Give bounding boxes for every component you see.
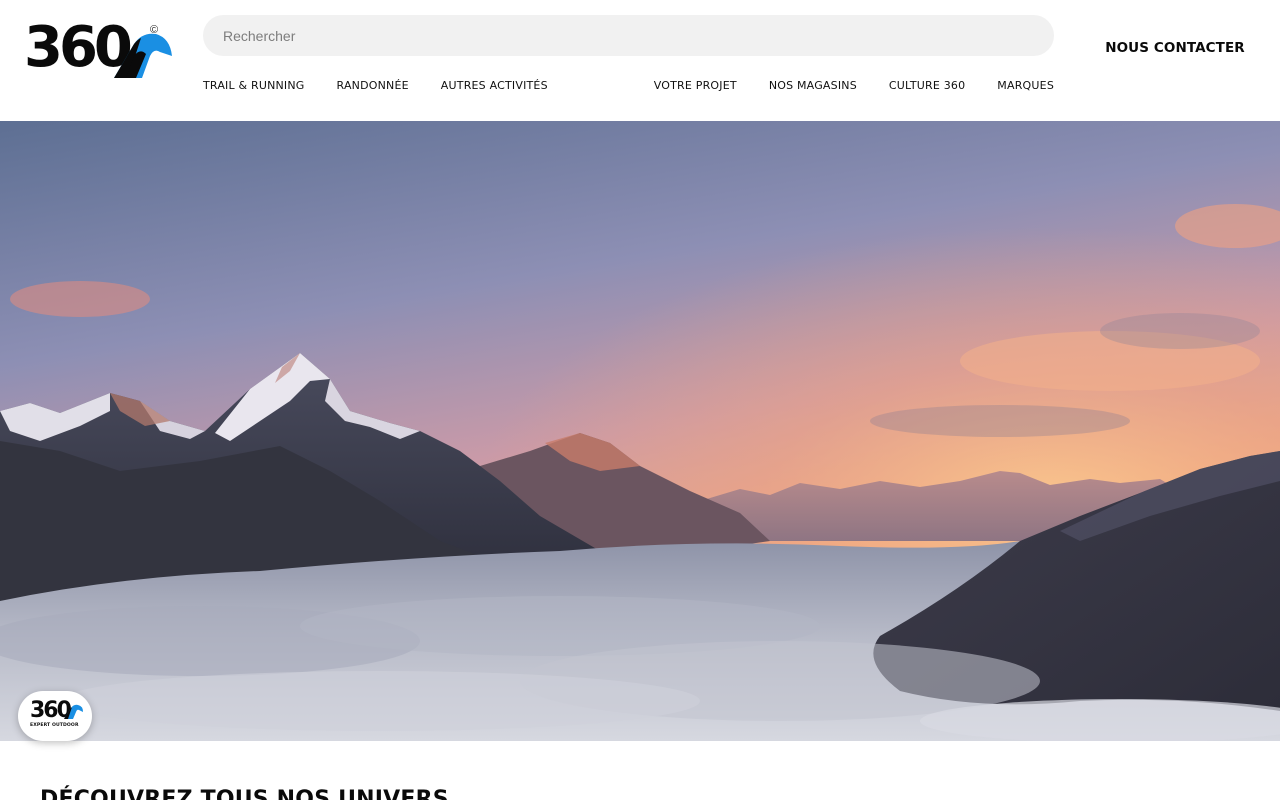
main-nav-right: VOTRE PROJET NOS MAGASINS CULTURE 360 MA… xyxy=(654,78,1054,94)
nav-randonnee[interactable]: RANDONNÉE xyxy=(337,78,409,94)
hero-mountain-image xyxy=(0,121,1280,741)
search-input[interactable] xyxy=(203,15,1054,56)
section-title: DÉCOUVREZ TOUS NOS UNIVERS xyxy=(40,787,449,800)
hero-banner xyxy=(0,121,1280,741)
nav-trail-running[interactable]: TRAIL & RUNNING xyxy=(203,78,305,94)
badge-subtitle: EXPERT OUTDOOR xyxy=(30,723,79,728)
nav-culture-360[interactable]: CULTURE 360 xyxy=(889,78,965,94)
nav-votre-projet[interactable]: VOTRE PROJET xyxy=(654,78,737,94)
nav-marques[interactable]: MARQUES xyxy=(997,78,1054,94)
site-header: 360 © NOUS CONTACTER TRAIL & RUNNING RAN… xyxy=(0,0,1280,121)
main-nav-left: TRAIL & RUNNING RANDONNÉE AUTRES ACTIVIT… xyxy=(203,78,548,94)
mountain-logo-icon xyxy=(64,704,83,719)
nav-nos-magasins[interactable]: NOS MAGASINS xyxy=(769,78,857,94)
contact-button[interactable]: NOUS CONTACTER xyxy=(1100,40,1250,56)
copyright-mark: © xyxy=(150,24,159,36)
mountain-logo-icon xyxy=(114,33,172,78)
brand-logo[interactable]: 360 © xyxy=(24,18,172,82)
chat-badge-button[interactable]: 360 EXPERT OUTDOOR xyxy=(18,691,92,741)
nav-autres-activites[interactable]: AUTRES ACTIVITÉS xyxy=(441,78,548,94)
